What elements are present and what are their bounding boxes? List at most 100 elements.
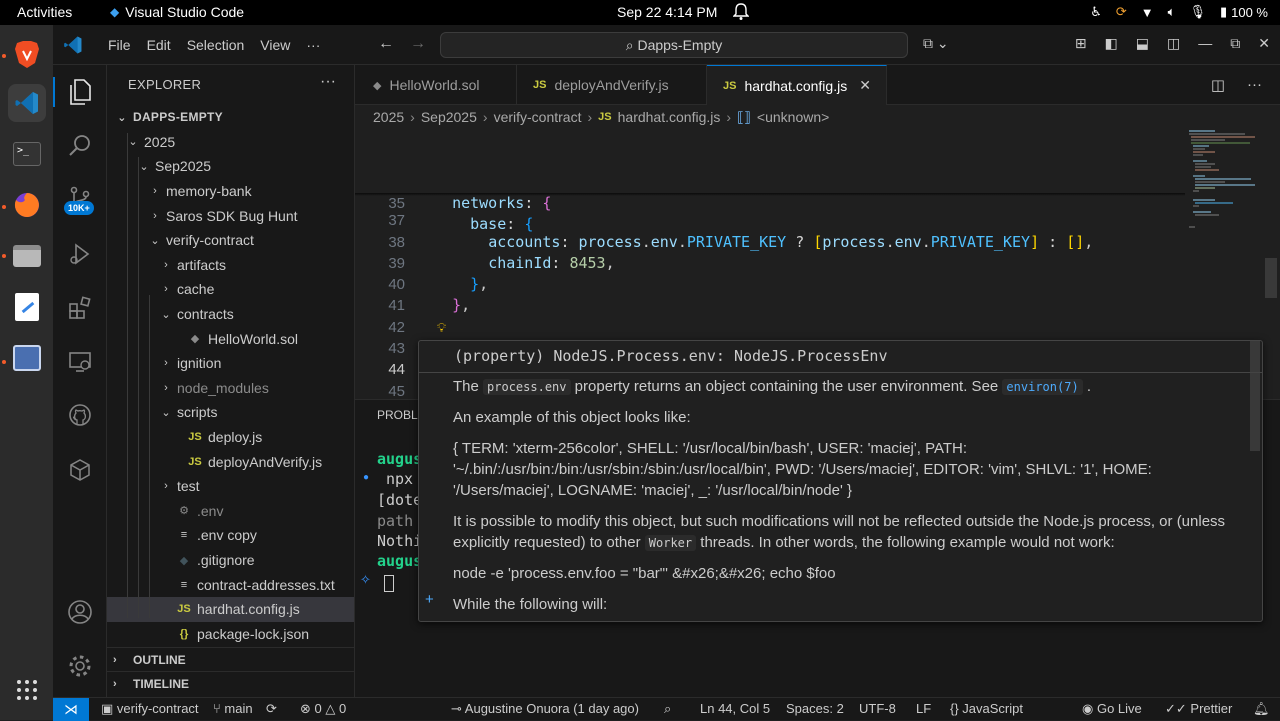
- command-center-search[interactable]: ⌕ Dapps-Empty: [440, 32, 908, 58]
- timeline-section[interactable]: › TIMELINE: [107, 671, 354, 695]
- menu-file[interactable]: File: [100, 37, 139, 53]
- folder-row[interactable]: ⌄ Sep2025: [107, 154, 354, 179]
- status-go-live[interactable]: ◉ Go Live: [1082, 701, 1142, 717]
- status-problems[interactable]: ⊗ 0 △ 0: [300, 701, 346, 717]
- accounts-icon[interactable]: [65, 597, 95, 627]
- microphone-icon[interactable]: 🎙︎: [1189, 4, 1206, 20]
- code-line[interactable]: 41: [355, 274, 1185, 314]
- containers-icon[interactable]: [65, 455, 95, 485]
- folder-row[interactable]: › ignition: [107, 351, 354, 376]
- restore-icon[interactable]: ⧉: [1230, 35, 1240, 52]
- folder-row[interactable]: › node_modules: [107, 376, 354, 401]
- minimize-icon[interactable]: —: [1198, 35, 1212, 52]
- file-row[interactable]: JS deploy.js: [107, 425, 354, 450]
- go-forward-icon[interactable]: →: [410, 35, 426, 53]
- show-applications-icon[interactable]: [16, 679, 38, 704]
- folder-row[interactable]: › artifacts: [107, 253, 354, 278]
- tab-deployandverify-js[interactable]: JS deployAndVerify.js: [517, 65, 707, 105]
- folder-row[interactable]: ⌄ verify-contract: [107, 228, 354, 253]
- status-prettier[interactable]: ✓✓ Prettier: [1165, 701, 1232, 717]
- editor-scrollbar[interactable]: [1265, 258, 1277, 298]
- status-cursor-position[interactable]: Ln 44, Col 5: [700, 701, 770, 716]
- file-row[interactable]: ⚙ .env: [107, 499, 354, 524]
- firefox-icon[interactable]: [8, 186, 46, 224]
- explorer-icon[interactable]: [65, 77, 95, 107]
- status-indentation[interactable]: Spaces: 2: [786, 701, 844, 716]
- code-line[interactable]: 43 💡︎ apiKey: process.env.ETHERSCAN_API_…: [355, 317, 1185, 399]
- system-monitor-icon[interactable]: [8, 339, 46, 377]
- menu-selection[interactable]: Selection: [179, 37, 253, 53]
- system-tray[interactable]: ♿ ⟳ ▼ 🔈︎ 🎙︎ ▮ 100 %: [1090, 4, 1268, 20]
- menu-more[interactable]: ···: [298, 37, 328, 53]
- breadcrumb-item[interactable]: Sep2025: [421, 109, 477, 125]
- code-line[interactable]: 40 },: [355, 253, 1185, 314]
- toggle-secondary-sidebar-icon[interactable]: ◫: [1167, 35, 1180, 52]
- vscode-icon[interactable]: [8, 84, 46, 122]
- notification-bell-icon[interactable]: [732, 3, 750, 24]
- sync-icon[interactable]: ⟳: [266, 701, 277, 717]
- menu-edit[interactable]: Edit: [139, 37, 179, 53]
- close-tab-icon[interactable]: ✕: [859, 77, 871, 94]
- file-row[interactable]: ≡ .env copy: [107, 523, 354, 548]
- folder-row[interactable]: ⌄ scripts: [107, 400, 354, 425]
- status-branch[interactable]: ⑂ main: [213, 701, 253, 716]
- code-line[interactable]: 39 },: [355, 232, 1185, 293]
- customize-layout-icon[interactable]: ⊞: [1075, 35, 1087, 52]
- extensions-icon[interactable]: [65, 293, 95, 323]
- breadcrumb-item[interactable]: 2025: [373, 109, 404, 125]
- accessibility-icon[interactable]: ♿: [1090, 4, 1102, 20]
- tab-helloworld-sol[interactable]: ◆ HelloWorld.sol: [355, 65, 517, 105]
- split-editor-icon[interactable]: ◫: [1211, 76, 1225, 94]
- hover-scrollbar[interactable]: [1250, 341, 1260, 451]
- file-row[interactable]: {} package-lock.json: [107, 622, 354, 647]
- code-line[interactable]: 37 accounts: process.env.PRIVATE_KEY ? […: [355, 189, 1185, 250]
- file-row[interactable]: ◆ HelloWorld.sol: [107, 326, 354, 351]
- code-line[interactable]: 38 chainId: 8453,: [355, 210, 1185, 272]
- sticky-line[interactable]: 10 module.exports = {: [355, 129, 1185, 191]
- status-language[interactable]: {} JavaScript: [950, 701, 1023, 716]
- github-icon[interactable]: [65, 400, 95, 430]
- sticky-line[interactable]: 21 networks: {: [355, 150, 1185, 212]
- activities-button[interactable]: Activities: [17, 4, 72, 20]
- notifications-bell-icon[interactable]: 🔔︎: [1253, 701, 1270, 717]
- update-icon[interactable]: ⟳: [1116, 4, 1127, 20]
- environ-link[interactable]: environ(7): [1002, 379, 1083, 395]
- breadcrumb-item[interactable]: hardhat.config.js: [618, 109, 721, 125]
- folder-row[interactable]: › test: [107, 474, 354, 499]
- text-editor-icon[interactable]: [8, 288, 46, 326]
- breadcrumb-item[interactable]: <unknown>: [757, 109, 829, 125]
- status-git-blame[interactable]: ⊸ Augustine Onuora (1 day ago): [451, 701, 639, 717]
- tab-hardhat-config-js[interactable]: JS hardhat.config.js ✕: [707, 65, 887, 105]
- hover-tooltip[interactable]: (property) NodeJS.Process.env: NodeJS.Pr…: [418, 340, 1263, 622]
- terminal-icon[interactable]: >_: [8, 135, 46, 173]
- minimap[interactable]: [1185, 129, 1265, 259]
- remote-explorer-icon[interactable]: [65, 347, 95, 377]
- menu-view[interactable]: View: [252, 37, 298, 53]
- search-icon[interactable]: [65, 130, 95, 160]
- outline-section[interactable]: › OUTLINE: [107, 647, 354, 671]
- breadcrumb-item[interactable]: verify-contract: [494, 109, 582, 125]
- volume-icon[interactable]: 🔈︎: [1168, 4, 1176, 20]
- copilot-icon[interactable]: ⧉ ⌄: [923, 35, 949, 52]
- battery-icon[interactable]: ▮: [1220, 4, 1227, 20]
- file-row[interactable]: JS hardhat.config.js: [107, 597, 354, 622]
- folder-row[interactable]: › cache: [107, 277, 354, 302]
- file-row[interactable]: ◆ .gitignore: [107, 548, 354, 573]
- expand-plus-icon[interactable]: +: [425, 591, 434, 608]
- run-debug-icon[interactable]: [65, 239, 95, 269]
- wifi-icon[interactable]: ▼: [1141, 5, 1154, 20]
- remote-indicator-icon[interactable]: ⋊: [53, 698, 89, 721]
- more-actions-icon[interactable]: ···: [1247, 76, 1262, 94]
- files-icon[interactable]: [8, 237, 46, 275]
- code-line[interactable]: 42 etherscan: {: [355, 296, 1185, 357]
- brave-browser-icon[interactable]: [8, 35, 46, 73]
- explorer-more-actions-icon[interactable]: ···: [320, 73, 336, 91]
- folder-row[interactable]: ⌄ contracts: [107, 302, 354, 327]
- focused-app-menu[interactable]: ◆ Visual Studio Code: [110, 4, 244, 20]
- folder-row[interactable]: › memory-bank: [107, 179, 354, 204]
- go-back-icon[interactable]: ←: [378, 35, 394, 53]
- folder-row[interactable]: ⌄ DAPPS-EMPTY: [107, 105, 354, 130]
- status-eol[interactable]: LF: [916, 701, 931, 716]
- zoom-icon[interactable]: ⌕: [664, 701, 671, 717]
- lightbulb-icon[interactable]: 💡︎: [437, 317, 446, 338]
